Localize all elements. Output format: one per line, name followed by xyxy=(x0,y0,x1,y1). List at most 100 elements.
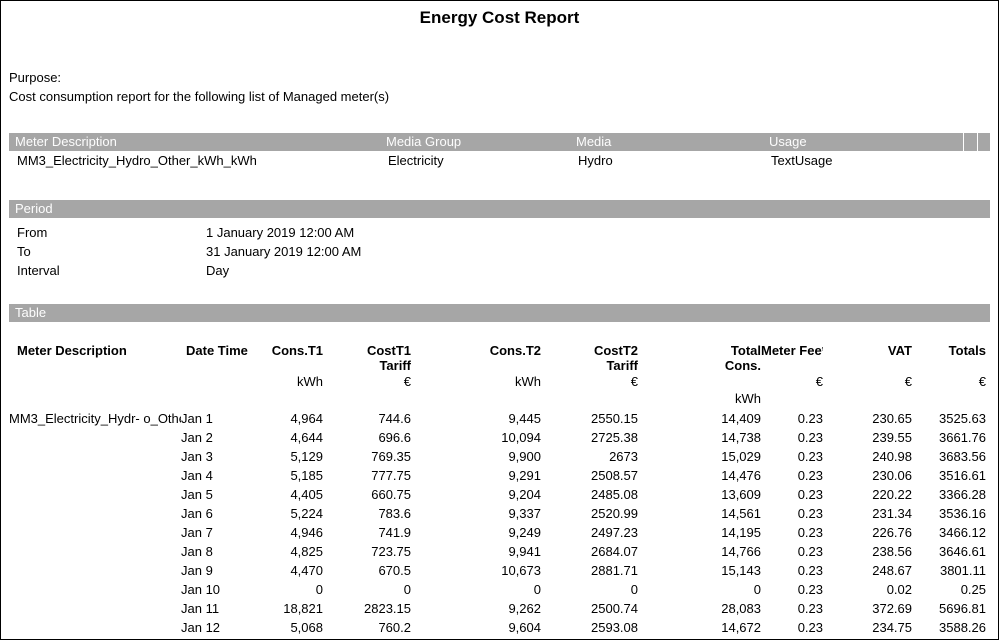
value-cell: 0.23 xyxy=(761,582,823,601)
value-cell: 0.23 xyxy=(761,544,823,563)
value-cell: 13,609 xyxy=(638,487,761,506)
value-cell: 18,821 xyxy=(249,601,323,620)
table-row: Jan 65,224783.69,3372520.9914,5610.23231… xyxy=(9,506,986,525)
period-from-value: 1 January 2019 12:00 AM xyxy=(206,223,354,242)
header-spacer xyxy=(411,359,541,374)
value-cell: 0.02 xyxy=(823,582,912,601)
value-cell: 3366.28 xyxy=(912,487,986,506)
value-cell: 14,672 xyxy=(638,620,761,639)
value-cell: 3646.61 xyxy=(912,544,986,563)
value-cell: 3536.16 xyxy=(912,506,986,525)
header-spacer xyxy=(823,359,912,374)
meter-table-header-bar: Meter Description Media Group Media Usag… xyxy=(9,133,990,151)
value-cell: 2485.08 xyxy=(541,487,638,506)
meter-name-cell xyxy=(9,563,181,582)
period-rows: From 1 January 2019 12:00 AM To 31 Janua… xyxy=(9,223,990,280)
value-cell: 3661.76 xyxy=(912,430,986,449)
table-row: MM3_Electricity_Hydr- o_Other_kWh_kWhJan… xyxy=(9,411,986,430)
meter-name-cell xyxy=(9,449,181,468)
value-cell: 14,195 xyxy=(638,525,761,544)
meter-description-value: MM3_Electricity_Hydro_Other_kWh_kWh xyxy=(15,151,386,170)
value-cell: 769.35 xyxy=(323,449,411,468)
value-cell: 2550.15 xyxy=(541,411,638,430)
value-cell: 723.75 xyxy=(323,544,411,563)
date-cell: Jan 6 xyxy=(181,506,249,525)
value-cell: 14,561 xyxy=(638,506,761,525)
table-section-bar: Table xyxy=(9,304,990,322)
period-to-value: 31 January 2019 12:00 AM xyxy=(206,242,361,261)
col-meter-fee: Meter Fee* xyxy=(761,344,823,359)
media-group-value: Electricity xyxy=(386,151,576,170)
value-cell: 5696.81 xyxy=(912,601,986,620)
value-cell: 2881.71 xyxy=(541,563,638,582)
value-cell: 760.2 xyxy=(323,620,411,639)
purpose-label: Purpose: xyxy=(9,68,990,87)
value-cell: 238.56 xyxy=(823,544,912,563)
meter-header-spacer-1 xyxy=(963,133,977,151)
value-cell: 2508.57 xyxy=(541,468,638,487)
value-cell: 231.34 xyxy=(823,506,912,525)
value-cell: 4,946 xyxy=(249,525,323,544)
value-cell: 5,068 xyxy=(249,620,323,639)
header-spacer xyxy=(761,391,823,411)
meter-name-cell xyxy=(9,468,181,487)
header-spacer xyxy=(411,391,541,411)
value-cell: 2497.23 xyxy=(541,525,638,544)
value-cell: 226.76 xyxy=(823,525,912,544)
header-spacer xyxy=(181,359,249,374)
header-spacer xyxy=(912,359,986,374)
value-cell: 9,204 xyxy=(411,487,541,506)
date-cell: Jan 1 xyxy=(181,411,249,430)
meter-header-meter-description: Meter Description xyxy=(15,133,386,151)
header-spacer xyxy=(249,391,323,411)
table-row: Jan 84,825723.759,9412684.0714,7660.2323… xyxy=(9,544,986,563)
value-cell: 5,129 xyxy=(249,449,323,468)
unit-totals: € xyxy=(912,374,986,391)
table-row: Jan 125,068760.29,6042593.0814,6720.2323… xyxy=(9,620,986,639)
value-cell: 0 xyxy=(541,582,638,601)
header-spacer xyxy=(181,391,249,411)
meter-header-usage: Usage xyxy=(769,133,963,151)
value-cell: 0.23 xyxy=(761,487,823,506)
meter-name-cell xyxy=(9,506,181,525)
value-cell: 220.22 xyxy=(823,487,912,506)
meter-name-cell: MM3_Electricity_Hydr- o_Other_kWh_kWh xyxy=(9,411,181,430)
media-value: Hydro xyxy=(576,151,769,170)
table-row: Jan 35,129769.359,900267315,0290.23240.9… xyxy=(9,449,986,468)
col-vat: VAT xyxy=(823,344,912,359)
purpose-text: Cost consumption report for the followin… xyxy=(9,87,990,106)
value-cell: 4,644 xyxy=(249,430,323,449)
header-spacer xyxy=(638,374,761,391)
meter-row: MM3_Electricity_Hydro_Other_kWh_kWh Elec… xyxy=(9,151,990,170)
value-cell: 15,143 xyxy=(638,563,761,582)
value-cell: 230.06 xyxy=(823,468,912,487)
date-cell: Jan 7 xyxy=(181,525,249,544)
value-cell: 248.67 xyxy=(823,563,912,582)
value-cell: 0.23 xyxy=(761,525,823,544)
header-spacer xyxy=(823,391,912,411)
meter-name-cell xyxy=(9,620,181,639)
period-to-label: To xyxy=(9,242,206,261)
value-cell: 0 xyxy=(411,582,541,601)
value-cell: 10,673 xyxy=(411,563,541,582)
table-row: Jan 94,470670.510,6732881.7115,1430.2324… xyxy=(9,563,986,582)
purpose-section: Purpose: Cost consumption report for the… xyxy=(9,68,990,106)
value-cell: 670.5 xyxy=(323,563,411,582)
date-cell: Jan 2 xyxy=(181,430,249,449)
value-cell: 696.6 xyxy=(323,430,411,449)
value-cell: 15,029 xyxy=(638,449,761,468)
value-cell: 0.23 xyxy=(761,620,823,639)
col-totals: Totals xyxy=(912,344,986,359)
unit-cons-t1: kWh xyxy=(249,374,323,391)
value-cell: 4,825 xyxy=(249,544,323,563)
value-cell: 9,337 xyxy=(411,506,541,525)
table-row: Jan 74,946741.99,2492497.2314,1950.23226… xyxy=(9,525,986,544)
table-row: Jan 1118,8212823.159,2622500.7428,0830.2… xyxy=(9,601,986,620)
col-date-time: Date Time xyxy=(181,344,249,359)
value-cell: 2673 xyxy=(541,449,638,468)
value-cell: 0.23 xyxy=(761,468,823,487)
col-cost-t2: CostT2 xyxy=(541,344,638,359)
header-spacer xyxy=(323,391,411,411)
value-cell: 230.65 xyxy=(823,411,912,430)
value-cell: 14,766 xyxy=(638,544,761,563)
